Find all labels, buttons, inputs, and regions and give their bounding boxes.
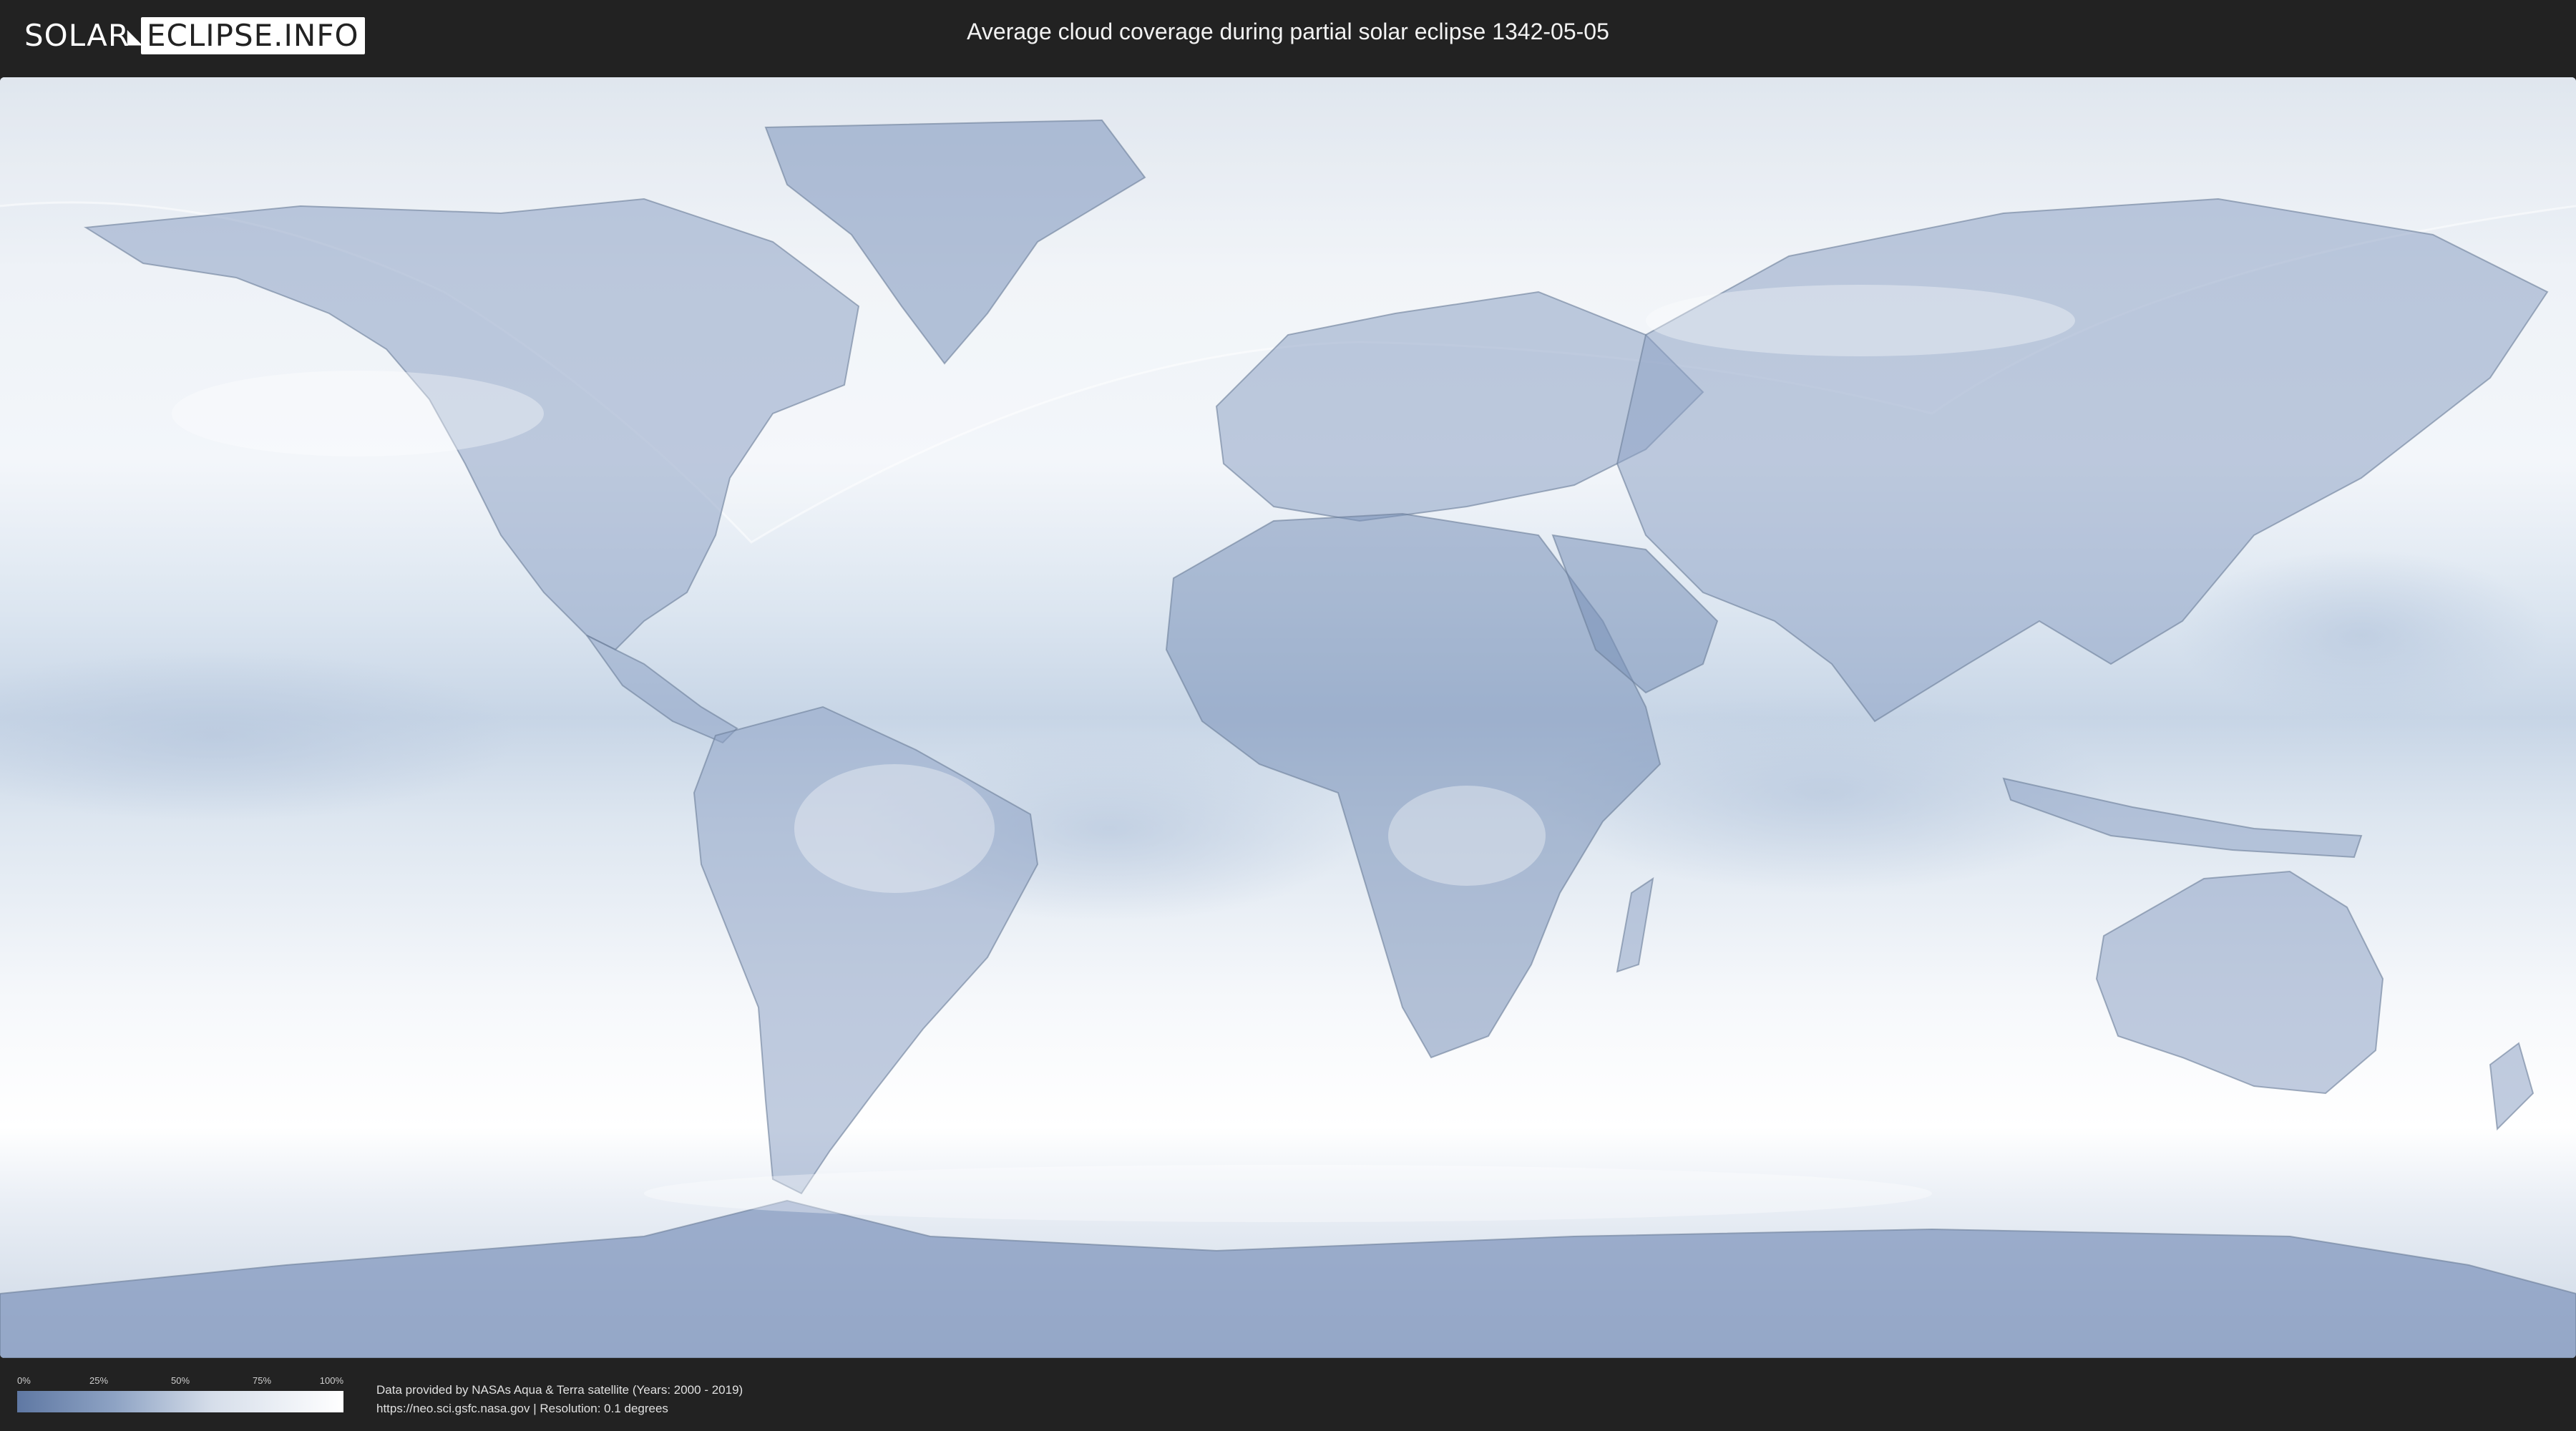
legend-color-bar: [17, 1391, 343, 1412]
ocean-clear-patch: [2175, 550, 2547, 721]
legend-tick-0: 0%: [17, 1375, 31, 1386]
data-credits: Data provided by NASAs Aqua & Terra sate…: [376, 1381, 743, 1418]
credits-source: Data provided by NASAs Aqua & Terra sate…: [376, 1383, 743, 1397]
world-map-graphic: [0, 77, 2576, 1358]
legend-ticks: 0% 25% 50% 75% 100%: [17, 1375, 343, 1390]
page-title: Average cloud coverage during partial so…: [967, 19, 1609, 44]
header: SOLAR ◣ ECLIPSE.INFO Average cloud cover…: [0, 0, 2576, 72]
cloud-coverage-legend: 0% 25% 50% 75% 100%: [17, 1375, 343, 1412]
legend-tick-25: 25%: [89, 1375, 109, 1386]
legend-tick-50: 50%: [170, 1375, 190, 1386]
credits-url: https://neo.sci.gsfc.nasa.gov | Resoluti…: [376, 1402, 668, 1415]
cloud-coverage-map: [0, 77, 2576, 1358]
legend-tick-100: 100%: [319, 1375, 343, 1386]
footer: 0% 25% 50% 75% 100% Data provided by NAS…: [0, 1358, 2576, 1431]
legend-tick-75: 75%: [252, 1375, 272, 1386]
